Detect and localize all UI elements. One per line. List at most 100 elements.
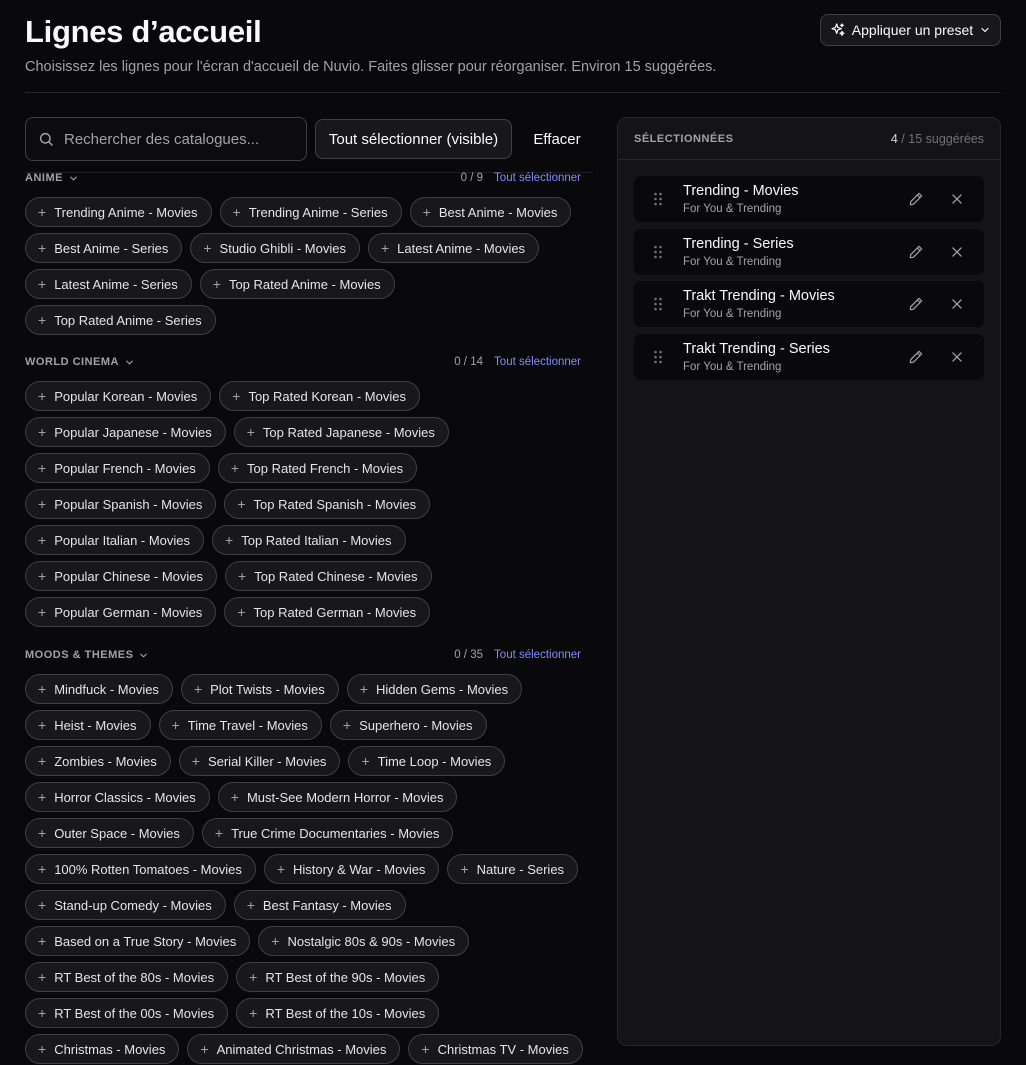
catalog-chip[interactable]: + Top Rated Italian - Movies <box>212 525 406 555</box>
catalog-chip[interactable]: + Christmas - Movies <box>25 1034 180 1064</box>
plus-icon: + <box>421 1041 430 1057</box>
catalog-chip[interactable]: + Popular Japanese - Movies <box>25 417 226 447</box>
catalog-chip[interactable]: + Must-See Modern Horror - Movies <box>217 782 458 812</box>
plus-icon: + <box>38 532 47 548</box>
plus-icon: + <box>246 897 255 913</box>
catalog-chip[interactable]: + Top Rated Japanese - Movies <box>233 417 449 447</box>
close-icon[interactable] <box>950 297 964 311</box>
catalog-chip[interactable]: + Popular Italian - Movies <box>25 525 205 555</box>
catalog-chip[interactable]: + History & War - Movies <box>263 854 440 884</box>
catalog-chip[interactable]: + RT Best of the 80s - Movies <box>25 962 229 992</box>
catalog-chip[interactable]: + Trending Anime - Movies <box>25 197 212 227</box>
chip-row: + Outer Space - Movies + True Crime Documen… <box>25 818 454 848</box>
section-toggle[interactable]: ANIME <box>25 172 79 184</box>
plus-icon: + <box>460 861 469 877</box>
catalog-chip[interactable]: + Best Fantasy - Movies <box>233 890 406 920</box>
section-title: WORLD CINEMA <box>25 356 119 368</box>
plus-icon: + <box>38 460 47 476</box>
chip-row: + Stand-up Comedy - Movies + Best Fantasy -… <box>25 890 406 920</box>
catalog-chip-label: RT Best of the 80s - Movies <box>54 969 215 985</box>
catalog-chip[interactable]: + Nostalgic 80s & 90s - Movies <box>258 926 470 956</box>
plus-icon: + <box>422 204 431 220</box>
pencil-icon[interactable] <box>908 349 924 365</box>
search-box[interactable] <box>25 117 307 161</box>
catalog-chip[interactable]: + True Crime Documentaries - Movies <box>201 818 454 848</box>
catalog-chip-label: Based on a True Story - Movies <box>54 933 237 949</box>
catalog-chip-label: Trending Anime - Series <box>248 204 388 220</box>
catalog-chip[interactable]: + Top Rated Anime - Series <box>25 305 216 335</box>
catalog-chip[interactable]: + Superhero - Movies <box>329 710 487 740</box>
drag-handle-icon[interactable] <box>653 245 663 259</box>
search-input[interactable] <box>64 130 284 148</box>
catalog-chip[interactable]: + Top Rated French - Movies <box>217 453 418 483</box>
selected-item-source: For You & Trending <box>683 360 782 373</box>
catalog-chip[interactable]: + Time Loop - Movies <box>348 746 506 776</box>
catalog-chip[interactable]: + Horror Classics - Movies <box>25 782 210 812</box>
close-icon[interactable] <box>950 245 964 259</box>
chip-row: + Zombies - Movies + Serial Killer - Movies… <box>25 746 506 776</box>
pencil-icon[interactable] <box>908 191 924 207</box>
catalog-chip-label: Best Anime - Series <box>54 240 169 256</box>
catalog-chip[interactable]: + Top Rated Anime - Movies <box>199 269 395 299</box>
section-select-all-link[interactable]: Tout sélectionner <box>494 172 581 184</box>
drag-handle-icon[interactable] <box>653 350 663 364</box>
catalog-chip[interactable]: + Stand-up Comedy - Movies <box>25 890 226 920</box>
plus-icon: + <box>225 532 234 548</box>
catalog-chip[interactable]: + Mindfuck - Movies <box>25 674 173 704</box>
catalog-chip[interactable]: + Christmas TV - Movies <box>408 1034 583 1064</box>
plus-icon: + <box>38 312 47 328</box>
select-all-visible-button[interactable]: Tout sélectionner (visible) <box>315 119 512 159</box>
plus-icon: + <box>38 933 47 949</box>
catalog-chip[interactable]: + Popular Korean - Movies <box>25 381 212 411</box>
close-icon[interactable] <box>950 350 964 364</box>
drag-handle-icon[interactable] <box>653 297 663 311</box>
catalog-chip[interactable]: + RT Best of the 00s - Movies <box>25 998 229 1028</box>
catalog-chip[interactable]: + Top Rated Chinese - Movies <box>225 561 432 591</box>
catalog-chip-label: Zombies - Movies <box>54 753 157 769</box>
section-select-all-link[interactable]: Tout sélectionner <box>494 649 581 661</box>
catalog-chip[interactable]: + Studio Ghibli - Movies <box>190 233 360 263</box>
plus-icon: + <box>232 388 241 404</box>
catalog-chip[interactable]: + Popular French - Movies <box>25 453 210 483</box>
catalog-chip[interactable]: + Latest Anime - Series <box>25 269 192 299</box>
catalog-chip[interactable]: + Top Rated Korean - Movies <box>219 381 420 411</box>
clear-button[interactable]: Effacer <box>522 119 592 159</box>
section-toggle[interactable]: WORLD CINEMA <box>25 356 135 368</box>
catalog-chip[interactable]: + Outer Space - Movies <box>25 818 194 848</box>
close-icon[interactable] <box>950 192 964 206</box>
catalog-chip[interactable]: + RT Best of the 90s - Movies <box>236 962 440 992</box>
section-toggle[interactable]: MOODS & THEMES <box>25 649 149 661</box>
selected-item: Trakt Trending - Series For You & Trendin… <box>634 333 984 380</box>
catalog-chip[interactable]: + RT Best of the 10s - Movies <box>236 998 440 1028</box>
catalog-chip[interactable]: + Animated Christmas - Movies <box>187 1034 401 1064</box>
catalog-chip[interactable]: + Plot Twists - Movies <box>180 674 339 704</box>
catalog-chip[interactable]: + Popular Spanish - Movies <box>25 489 217 519</box>
catalog-chip[interactable]: + Zombies - Movies <box>25 746 171 776</box>
selected-panel-title: SÉLECTIONNÉES <box>634 133 734 145</box>
header-divider <box>25 92 1001 93</box>
section-select-all-link[interactable]: Tout sélectionner <box>494 356 581 368</box>
catalog-chip[interactable]: + Latest Anime - Movies <box>367 233 540 263</box>
catalog-chip[interactable]: +100% Rotten Tomatoes - Movies <box>25 854 256 884</box>
catalog-chip[interactable]: + Heist - Movies <box>25 710 151 740</box>
catalog-chip[interactable]: + Hidden Gems - Movies <box>346 674 523 704</box>
drag-handle-icon[interactable] <box>653 192 663 206</box>
catalog-chip-label: Best Fantasy - Movies <box>262 897 392 913</box>
catalog-chip[interactable]: + Top Rated Spanish - Movies <box>224 489 431 519</box>
chip-row: + Best Anime - Series + Studio Ghibli - Mov… <box>25 233 540 263</box>
pencil-icon[interactable] <box>908 296 924 312</box>
catalog-chip[interactable]: + Based on a True Story - Movies <box>25 926 251 956</box>
catalog-chip[interactable]: + Best Anime - Series <box>25 233 183 263</box>
pencil-icon[interactable] <box>908 244 924 260</box>
plus-icon: + <box>249 1005 258 1021</box>
catalog-chip[interactable]: + Nature - Series <box>447 854 579 884</box>
chip-row: + RT Best of the 80s - Movies + RT Best of … <box>25 962 440 992</box>
apply-preset-button[interactable]: Appliquer un preset <box>820 14 1001 46</box>
catalog-chip[interactable]: + Serial Killer - Movies <box>178 746 341 776</box>
catalog-chip[interactable]: + Trending Anime - Series <box>219 197 402 227</box>
catalog-chip[interactable]: + Popular German - Movies <box>25 597 217 627</box>
catalog-chip[interactable]: + Best Anime - Movies <box>409 197 572 227</box>
catalog-chip[interactable]: + Popular Chinese - Movies <box>25 561 218 591</box>
catalog-chip[interactable]: + Time Travel - Movies <box>158 710 322 740</box>
catalog-chip[interactable]: + Top Rated German - Movies <box>224 597 431 627</box>
